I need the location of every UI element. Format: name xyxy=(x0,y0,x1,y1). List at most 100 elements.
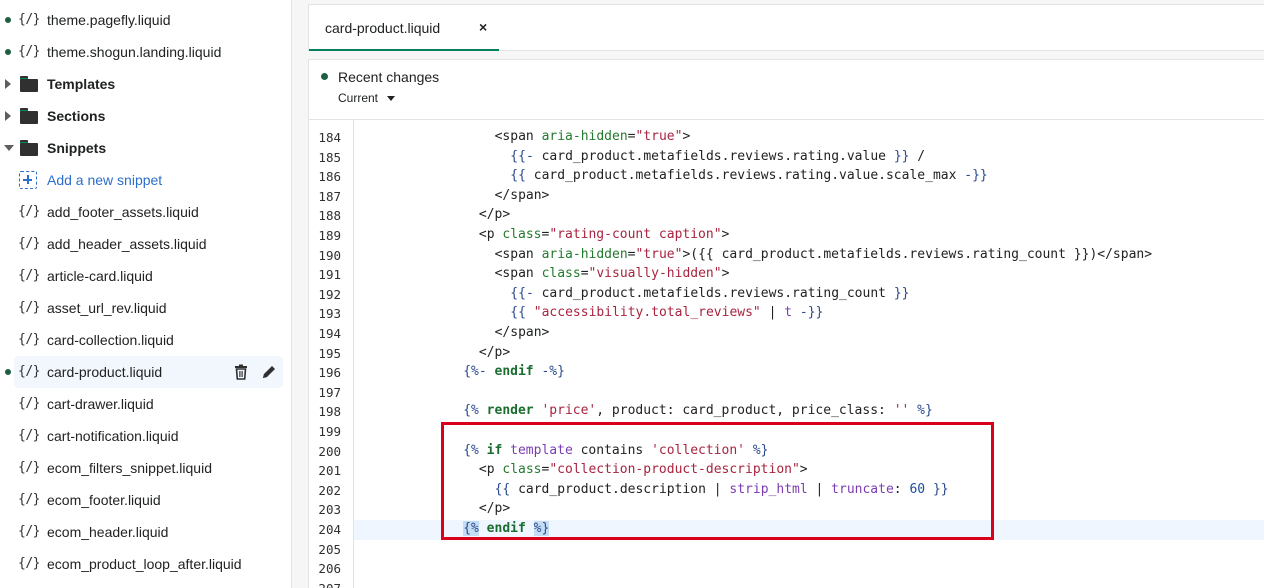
line-number: 199 xyxy=(318,424,341,439)
code-line: {{- card_product.metafields.reviews.rati… xyxy=(510,148,926,164)
sidebar-item-label: add_footer_assets.liquid xyxy=(47,204,199,220)
trash-icon[interactable] xyxy=(233,364,249,380)
caret-right-icon[interactable] xyxy=(5,79,11,89)
line-number: 184 xyxy=(318,130,341,145)
code-line: </span> xyxy=(494,187,550,203)
folder-sections[interactable]: Sections xyxy=(0,100,291,132)
line-number: 203 xyxy=(318,502,341,518)
code-line: </span> xyxy=(494,325,550,340)
liquid-file-icon: {/} xyxy=(18,492,40,507)
caret-down-icon xyxy=(387,96,396,102)
sidebar-item-label: theme.pagefly.liquid xyxy=(47,12,171,28)
liquid-file-icon: {/} xyxy=(18,460,40,475)
tab-bar: card-product.liquid × xyxy=(308,4,1264,51)
folder-icon xyxy=(20,108,38,124)
line-number: 196 xyxy=(318,365,341,381)
liquid-file-icon: {/} xyxy=(18,556,40,571)
line-number: 192 xyxy=(318,286,341,302)
line-number: 187 xyxy=(318,188,341,204)
line-number: 200 xyxy=(318,443,341,459)
sidebar-file-ecom-footer-liquid[interactable]: {/} ecom_footer.liquid xyxy=(0,484,291,516)
sidebar-file-article-card-liquid[interactable]: {/} article-card.liquid xyxy=(0,260,291,292)
code-line: {% render 'price', product: card_product… xyxy=(463,403,933,419)
sidebar-item-label: Templates xyxy=(47,76,116,92)
line-number: 201 xyxy=(318,463,341,479)
unsaved-dot xyxy=(321,73,328,80)
caret-right-icon[interactable] xyxy=(5,111,11,121)
modified-dot xyxy=(5,369,11,375)
line-number: 207 xyxy=(309,581,341,588)
sidebar-item-label: ecom_header.liquid xyxy=(47,524,169,540)
sidebar-file-ecom-product-loop-after-liquid[interactable]: {/} ecom_product_loop_after.liquid xyxy=(0,548,291,580)
line-number: 202 xyxy=(318,482,341,498)
sidebar-file-asset-url-rev-liquid[interactable]: {/} asset_url_rev.liquid xyxy=(0,292,291,324)
sidebar-item-label: card-product.liquid xyxy=(47,364,163,380)
code-line: <span aria-hidden="true"> xyxy=(494,129,691,144)
line-number: 185 xyxy=(318,149,341,165)
code-line: <span aria-hidden="true">({{ card_produc… xyxy=(494,246,1153,262)
line-number: 188 xyxy=(318,208,341,224)
file-sidebar: {/} theme.pagefly.liquid {/} theme.shogun.l… xyxy=(0,0,292,588)
sidebar-file-cart-notification-liquid[interactable]: {/} cart-notification.liquid xyxy=(0,420,291,452)
sidebar-file-card-collection-liquid[interactable]: {/} card-collection.liquid xyxy=(0,324,291,356)
sidebar-item-label: article-card.liquid xyxy=(47,268,153,284)
annotation-highlight-box xyxy=(441,422,994,540)
code-line: </p> xyxy=(478,207,511,223)
sidebar-file-cart-drawer-liquid[interactable]: {/} cart-drawer.liquid xyxy=(0,388,291,420)
sidebar-item-label: ecom_footer.liquid xyxy=(47,492,161,508)
sidebar-file-theme-shogun-landing-liquid[interactable]: {/} theme.shogun.landing.liquid xyxy=(0,36,291,68)
code-line: {{ "accessibility.total_reviews" | t -}} xyxy=(510,305,824,321)
liquid-file-icon: {/} xyxy=(18,332,40,347)
sidebar-item-label: add_header_assets.liquid xyxy=(47,236,207,252)
line-number: 193 xyxy=(318,306,341,322)
code-line: {%- endif -%} xyxy=(463,364,565,380)
liquid-file-icon: {/} xyxy=(18,44,40,59)
recent-changes-label: Recent changes xyxy=(338,69,440,85)
sidebar-file-card-product-liquid[interactable]: {/} card-product.liquid xyxy=(5,356,283,388)
sidebar-file-ecom-header-liquid[interactable]: {/} ecom_header.liquid xyxy=(0,516,291,548)
modified-dot xyxy=(5,17,11,23)
sidebar-file-add-footer-assets-liquid[interactable]: {/} add_footer_assets.liquid xyxy=(0,196,291,228)
line-number: 190 xyxy=(318,247,341,263)
code-line: <p class="rating-count caption"> xyxy=(478,227,730,242)
liquid-file-icon: {/} xyxy=(18,364,40,379)
liquid-file-icon: {/} xyxy=(18,428,40,443)
sidebar-file-theme-pagefly-liquid[interactable]: {/} theme.pagefly.liquid xyxy=(0,4,291,36)
sidebar-item-label: card-collection.liquid xyxy=(47,332,174,348)
line-number: 191 xyxy=(318,267,341,283)
sidebar-item-label: cart-drawer.liquid xyxy=(47,396,154,412)
code-line: <span class="visually-hidden"> xyxy=(494,266,730,282)
sidebar-file-ecom-filters-snippet-liquid[interactable]: {/} ecom_filters_snippet.liquid xyxy=(0,452,291,484)
line-number: 206 xyxy=(318,561,341,577)
add-snippet-link[interactable]: Add a new snippet xyxy=(0,164,291,196)
liquid-file-icon: {/} xyxy=(18,524,40,539)
line-number: 195 xyxy=(318,345,341,361)
tab-card-product[interactable]: card-product.liquid × xyxy=(309,5,499,51)
line-number: 197 xyxy=(318,384,341,400)
pencil-icon[interactable] xyxy=(261,364,277,380)
line-number: 194 xyxy=(318,326,341,341)
tab-label: card-product.liquid xyxy=(325,20,441,36)
close-icon[interactable]: × xyxy=(479,19,487,35)
folder-icon xyxy=(20,76,38,92)
sidebar-file-add-header-assets-liquid[interactable]: {/} add_header_assets.liquid xyxy=(0,228,291,260)
add-file-icon xyxy=(19,171,37,189)
sidebar-item-label: Sections xyxy=(47,108,106,124)
sidebar-item-label: cart-notification.liquid xyxy=(47,428,179,444)
code-line: {{ card_product.metafields.reviews.ratin… xyxy=(510,168,988,184)
folder-templates[interactable]: Templates xyxy=(0,68,291,100)
version-select[interactable]: Current xyxy=(338,91,396,105)
liquid-file-icon: {/} xyxy=(18,204,40,219)
sidebar-item-label: asset_url_rev.liquid xyxy=(47,300,167,316)
line-number: 198 xyxy=(318,404,341,420)
liquid-file-icon: {/} xyxy=(18,268,40,283)
caret-down-icon[interactable] xyxy=(4,145,14,151)
folder-snippets[interactable]: Snippets xyxy=(0,132,291,164)
liquid-file-icon: {/} xyxy=(18,236,40,251)
liquid-file-icon: {/} xyxy=(18,396,40,411)
sidebar-item-label: theme.shogun.landing.liquid xyxy=(47,44,222,60)
version-select-label: Current xyxy=(338,91,379,105)
liquid-file-icon: {/} xyxy=(18,300,40,315)
line-number: 189 xyxy=(318,228,341,243)
sidebar-item-label: ecom_product_loop_after.liquid xyxy=(47,556,242,572)
